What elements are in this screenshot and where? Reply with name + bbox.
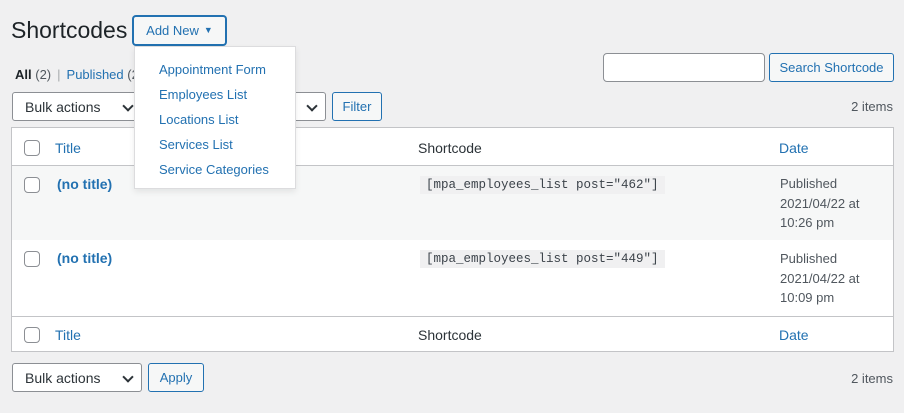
column-title-footer[interactable]: Title	[55, 327, 81, 343]
row-checkbox[interactable]	[24, 177, 40, 193]
view-all-label: All	[15, 67, 32, 82]
bulk-actions-select-top[interactable]: Bulk actions	[12, 92, 142, 121]
table-footer: Title Shortcode Date	[12, 316, 893, 352]
items-count: 2 items	[851, 99, 893, 114]
column-date-footer[interactable]: Date	[779, 327, 809, 343]
search-input[interactable]	[603, 53, 765, 82]
page-title: Shortcodes	[11, 17, 128, 43]
row-time-value: 10:09 pm	[780, 290, 835, 305]
menu-item-service-categories[interactable]: Service Categories	[135, 160, 295, 185]
row-title-link[interactable]: (no title)	[57, 250, 112, 266]
table-row: (no title) [mpa_employees_list post="449…	[12, 240, 893, 316]
menu-item-appointment-form[interactable]: Appointment Form	[135, 60, 295, 85]
row-date: Published 2021/04/22 at 10:09 pm	[780, 249, 880, 308]
shortcode-value: [mpa_employees_list post="462"]	[420, 176, 665, 194]
row-date-value: 2021/04/22 at	[780, 195, 860, 211]
row-date: Published 2021/04/22 at 10:26 pm	[780, 174, 880, 233]
view-published-label: Published	[66, 67, 124, 82]
column-shortcode-header: Shortcode	[418, 140, 482, 156]
row-date-value: 2021/04/22 at	[780, 270, 860, 286]
shortcode-value: [mpa_employees_list post="449"]	[420, 250, 665, 268]
add-new-label: Add New	[146, 23, 199, 38]
view-published-link[interactable]: Published (2	[67, 67, 139, 82]
row-time-value: 10:26 pm	[780, 215, 835, 230]
bulk-actions-select-bottom[interactable]: Bulk actions	[12, 363, 142, 392]
add-new-button[interactable]: Add New ▼	[133, 16, 226, 45]
row-title-link[interactable]: (no title)	[57, 176, 112, 192]
view-separator: |	[57, 67, 61, 82]
row-checkbox[interactable]	[24, 251, 40, 267]
view-all-link[interactable]: All (2)	[15, 67, 51, 82]
row-status: Published	[780, 251, 838, 266]
chevron-down-icon	[306, 100, 318, 112]
filter-button[interactable]: Filter	[332, 92, 382, 121]
column-date-header[interactable]: Date	[779, 140, 809, 156]
select-all-checkbox-footer[interactable]	[24, 327, 40, 343]
status-views: All (2) | Published (2	[15, 67, 139, 82]
bulk-actions-value: Bulk actions	[25, 369, 101, 386]
chevron-down-icon	[122, 371, 134, 383]
chevron-down-icon	[122, 100, 134, 112]
caret-down-icon: ▼	[203, 25, 213, 35]
menu-item-services-list[interactable]: Services List	[135, 135, 295, 160]
apply-button[interactable]: Apply	[148, 363, 204, 392]
view-all-count: (2)	[35, 67, 52, 82]
menu-item-employees-list[interactable]: Employees List	[135, 85, 295, 110]
add-new-dropdown-menu: Appointment Form Employees List Location…	[134, 46, 296, 189]
column-shortcode-footer: Shortcode	[418, 327, 482, 343]
items-count-bottom: 2 items	[851, 371, 893, 386]
bulk-actions-value: Bulk actions	[25, 98, 101, 115]
column-title-header[interactable]: Title	[55, 140, 81, 156]
select-all-checkbox[interactable]	[24, 140, 40, 156]
search-shortcode-button[interactable]: Search Shortcode	[769, 53, 894, 82]
row-status: Published	[780, 176, 838, 191]
menu-item-locations-list[interactable]: Locations List	[135, 110, 295, 135]
